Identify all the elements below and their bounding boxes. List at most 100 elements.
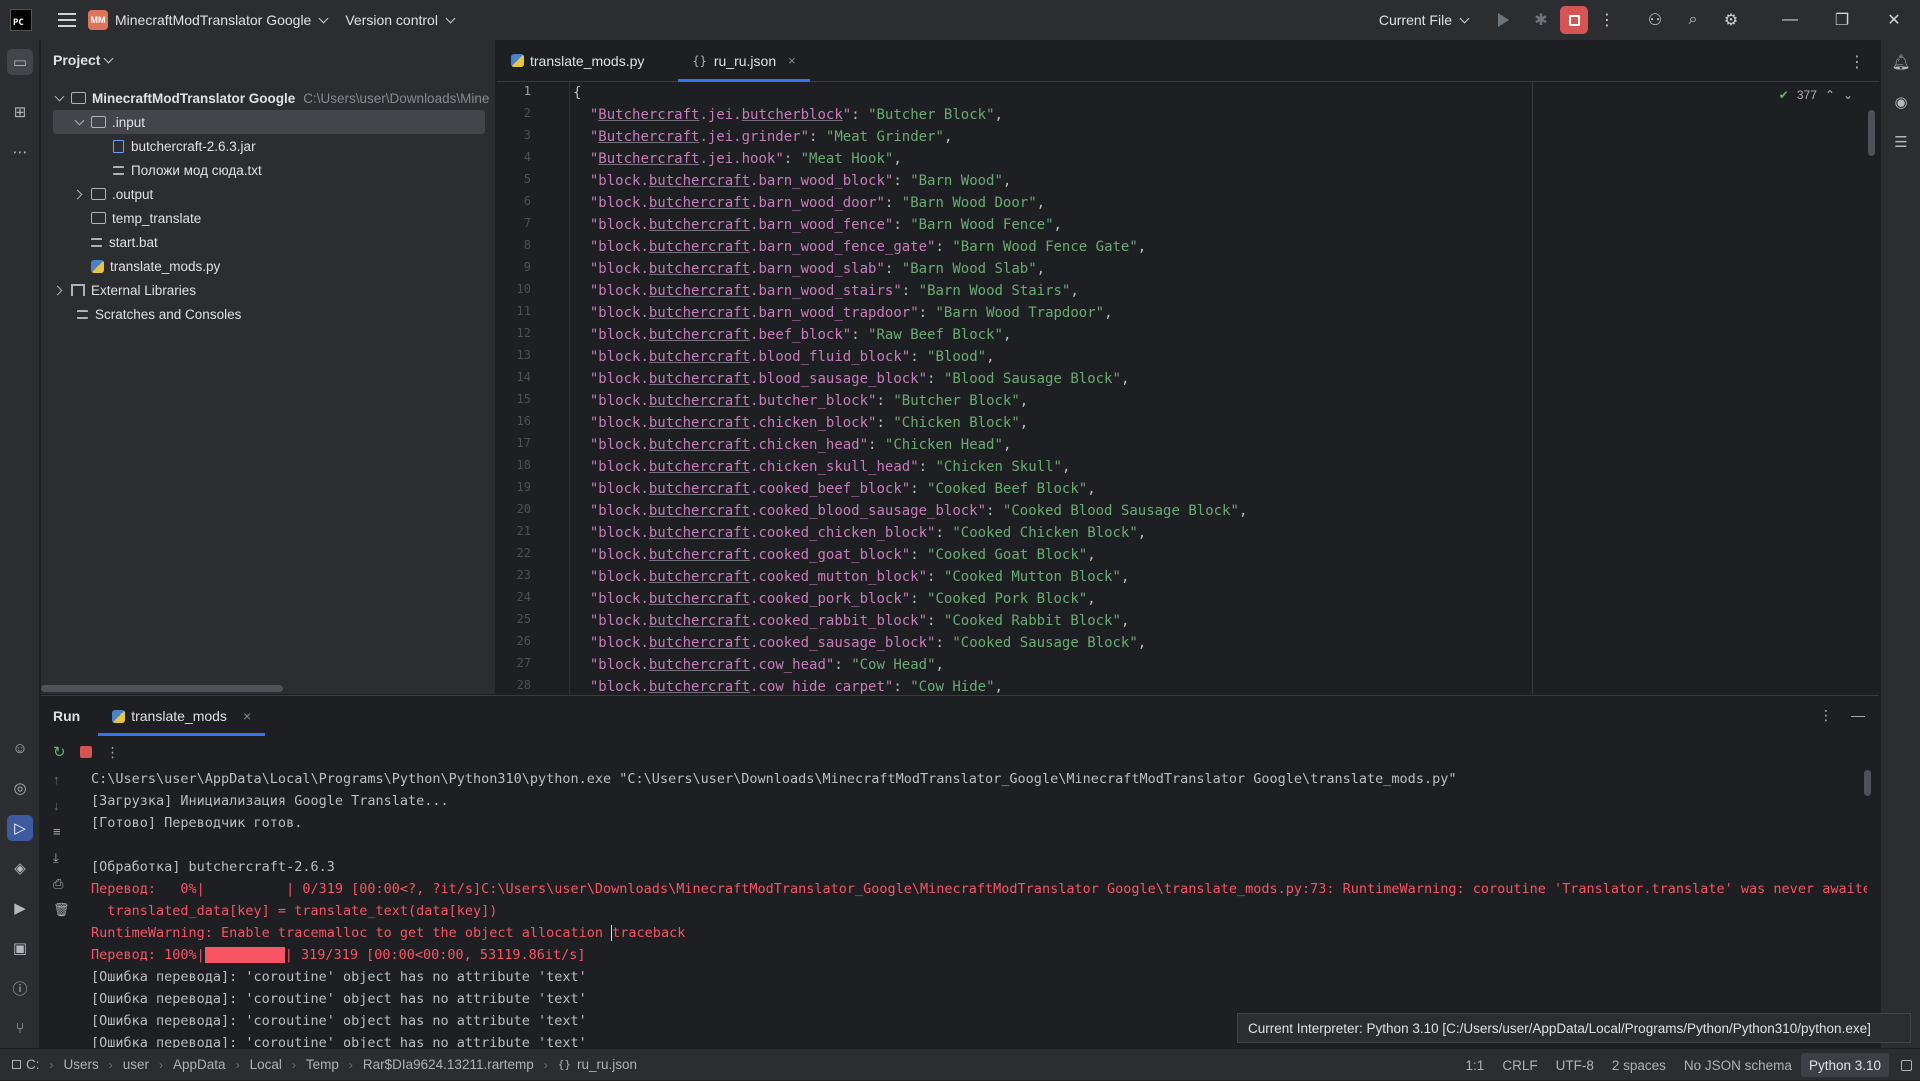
breadcrumb-item[interactable]: ru_ru.json [577,1057,637,1072]
run-tab-translate-mods[interactable]: translate_mods × [98,696,266,736]
problems-tool-icon[interactable]: ⓘ [7,975,33,1001]
line-number: 18 [516,458,531,472]
next-highlight-icon[interactable]: ⌄ [1843,88,1853,102]
tabs-more-icon[interactable]: ⋮ [1849,52,1865,72]
caret-position[interactable]: 1:1 [1457,1058,1494,1073]
scroll-down-icon[interactable]: ↓ [53,798,60,813]
terminal-tool-icon[interactable]: ▣ [7,935,33,961]
tree-root[interactable]: MinecraftModTranslator Google C:\Users\u… [53,86,489,110]
interpreter-selector[interactable]: Python 3.10 [1800,1053,1889,1077]
tree-item-output[interactable]: .output [73,182,153,206]
tab-label: translate_mods.py [530,52,645,69]
inspection-widget[interactable]: ✔ 377 ⌃ ⌄ [1779,88,1853,102]
close-tab-icon[interactable]: × [243,708,251,724]
tree-item-bat[interactable]: start.bat [83,230,158,254]
tree-item-jar[interactable]: butchercraft-2.6.3.jar [105,134,256,158]
code-line: { [573,85,582,101]
line-separator[interactable]: CRLF [1493,1058,1546,1073]
editor-vertical-scrollbar[interactable] [1868,110,1875,156]
run-tool-icon[interactable]: ▷ [7,815,33,841]
stop-icon[interactable] [79,746,92,758]
breadcrumb-item[interactable]: Rar$DIa9624.13211.rartemp [363,1057,534,1072]
project-switcher[interactable]: MinecraftModTranslator Google [115,12,329,28]
line-number: 5 [523,172,531,186]
python-packages-icon[interactable]: ☺ [7,735,33,761]
run-toolbar: ↻ ⋮ [41,736,1879,768]
console-vertical-scrollbar[interactable] [1864,770,1871,796]
json-schema[interactable]: No JSON schema [1675,1058,1801,1073]
file-encoding[interactable]: UTF-8 [1547,1058,1603,1073]
clear-all-trash-icon[interactable]: 🗑︎ [53,902,70,918]
expand-caret-icon[interactable] [53,92,65,104]
git-tool-icon[interactable]: ⑂ [7,1015,33,1041]
previous-highlight-icon[interactable]: ⌃ [1825,88,1835,102]
libraries-icon [71,284,85,296]
run-config-selector[interactable]: Current File [1379,12,1470,28]
close-window-icon[interactable]: ✕ [1872,5,1916,35]
close-tab-icon[interactable]: × [788,53,796,68]
console-line: [Ошибка перевода]: 'coroutine' object ha… [91,1035,587,1048]
tab-translate-mods[interactable]: translate_mods.py [497,40,678,81]
debug-icon[interactable]: ✱ [1526,5,1556,35]
code-area[interactable]: { "Butchercraft.jei.butcherblock": "Butc… [573,82,1859,694]
tree-item-temp[interactable]: temp_translate [85,206,201,230]
line-number: 6 [523,194,531,208]
breadcrumb-item[interactable]: user [123,1057,149,1072]
breadcrumb-item[interactable]: Users [64,1057,99,1072]
hide-panel-icon[interactable]: — [1851,707,1865,724]
restore-window-icon[interactable]: ❐ [1820,5,1864,35]
notifications-bell-icon[interactable]: 🔔︎ [1888,49,1914,75]
add-user-icon[interactable]: ⚇ [1640,5,1670,35]
python-console-icon[interactable]: ◎ [7,775,33,801]
breadcrumb-item[interactable]: Temp [306,1057,339,1072]
horizontal-scrollbar[interactable] [41,685,283,692]
indent-setting[interactable]: 2 spaces [1603,1058,1675,1073]
ai-assistant-icon[interactable]: ◉ [1888,89,1914,115]
expand-caret-icon[interactable] [73,116,85,128]
soft-wrap-icon[interactable]: ≡ [53,824,61,839]
settings-gear-icon[interactable]: ⚙ [1716,5,1746,35]
project-panel-header[interactable]: Project [41,40,495,80]
project-panel: Project MinecraftModTranslator Google C:… [41,40,496,694]
version-control-menu[interactable]: Version control [345,12,456,28]
console-output[interactable]: C:\Users\user\AppData\Local\Programs\Pyt… [91,768,1867,1048]
progress-line: Перевод: 100%| | 319/319 [00:00<00:00, 53… [91,947,586,963]
minimize-window-icon[interactable]: — [1768,5,1812,35]
main-menu-icon[interactable] [58,13,76,27]
tree-item-input[interactable]: .input [53,110,485,134]
tab-ru-ru-json[interactable]: {} ru_ru.json × [678,40,811,82]
line-number-gutter: 1 2 3 4 5 6 7 8 9 10 11 12 13 14 15 16 17 18 19 20 21 22 23 24 2… [497,82,569,694]
collapse-caret-icon[interactable] [73,188,85,200]
code-line: "block.butchercraft.chicken_head": "Chic… [589,437,1012,453]
tree-item-py[interactable]: translate_mods.py [85,254,220,278]
code-line: "Butchercraft.jei.butcherblock": "Butche… [589,107,1003,123]
run-icon[interactable] [1488,5,1518,35]
scroll-to-end-icon[interactable]: ⤓ [53,850,59,866]
tree-item-libraries[interactable]: External Libraries [53,278,196,302]
line-number: 16 [516,414,531,428]
services-tool-icon[interactable]: ▶ [7,895,33,921]
scroll-up-icon[interactable]: ↑ [53,772,60,787]
collapse-caret-icon[interactable] [53,284,65,296]
more-actions-icon[interactable]: ⋮ [1592,5,1622,35]
structure-tool-icon[interactable]: ⊞ [7,99,33,125]
tree-item-scratches[interactable]: Scratches and Consoles [69,302,241,326]
run-panel-header: Run translate_mods × ⋮ — [41,696,1879,736]
readonly-lock-icon[interactable] [1901,1059,1912,1071]
run-options-icon[interactable]: ⋮ [1819,707,1833,724]
breadcrumb-item[interactable]: C: [26,1057,40,1072]
search-icon[interactable]: ⌕ [1678,5,1708,35]
database-icon[interactable]: ☰ [1888,129,1914,155]
breadcrumb-item[interactable]: Local [250,1057,282,1072]
more-icon[interactable]: ⋮ [106,744,120,761]
more-tools-icon[interactable]: ⋯ [7,139,33,165]
gutter-divider [569,82,570,694]
tree-item-txt[interactable]: Положи мод сюда.txt [105,158,262,182]
rerun-icon[interactable]: ↻ [53,743,66,761]
stop-button[interactable] [1560,6,1588,34]
project-tool-folder-icon[interactable]: ▭ [7,49,33,75]
progress-bar [204,947,285,963]
layers-tool-icon[interactable]: ◈ [7,855,33,881]
print-icon[interactable]: ⎙ [53,876,63,892]
breadcrumb-item[interactable]: AppData [173,1057,226,1072]
